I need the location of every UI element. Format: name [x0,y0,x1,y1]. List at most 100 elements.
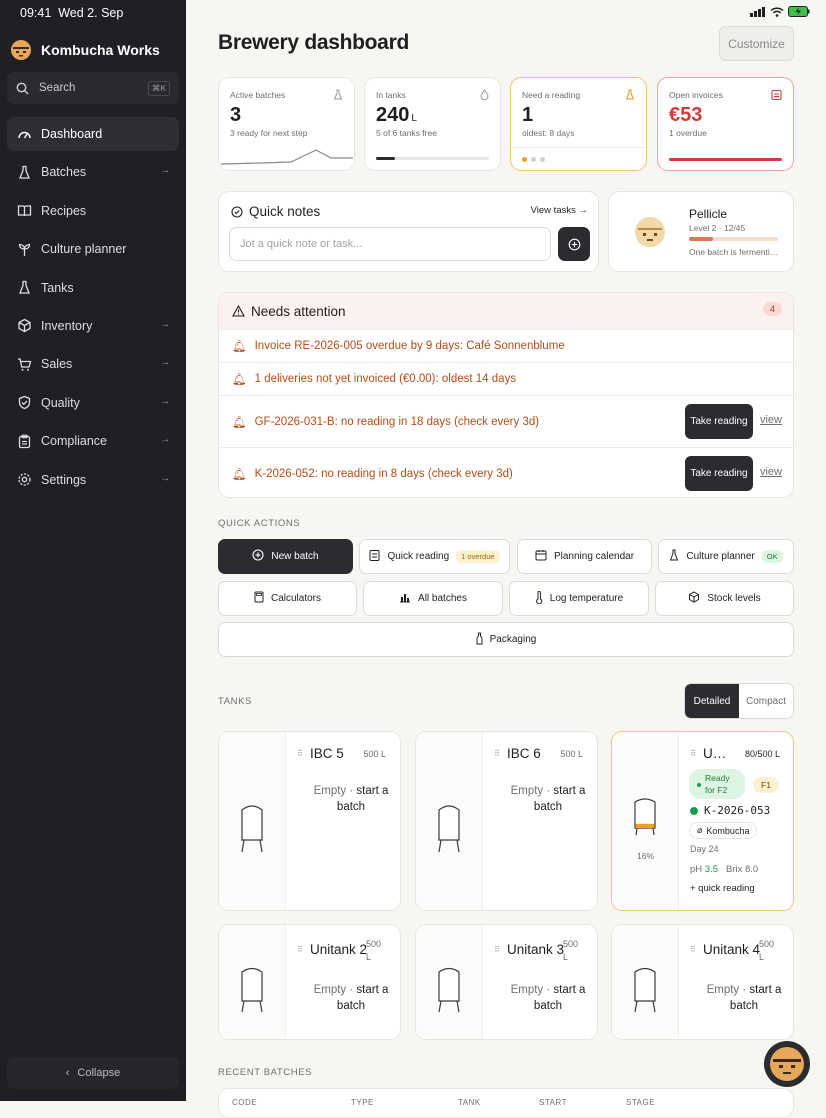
sidebar-item-recipes[interactable]: Recipes [7,194,179,228]
quick-notes-card: Quick notes View tasks → Jot a quick not… [218,191,599,272]
arrow-right-icon: → [160,434,170,446]
sidebar-item-inventory[interactable]: Inventory → [7,309,179,343]
sparkline [221,149,353,165]
mascot-avatar-icon [635,217,665,247]
sidebar-item-compliance[interactable]: Compliance → [7,424,179,458]
quick-note-input[interactable]: Jot a quick note or task... [229,227,551,261]
stat-in-tanks[interactable]: In tanks 240 L 5 of 6 tanks free [364,77,501,171]
sidebar-item-tanks[interactable]: Tanks [7,271,179,305]
quick-actions-label: QUICK ACTIONS [218,518,301,529]
take-reading-button[interactable]: Take reading [685,404,753,439]
sidebar-item-dashboard[interactable]: Dashboard [7,117,179,151]
mascot-avatar-icon [11,40,31,60]
quick-reading-link[interactable]: + quick reading [690,883,755,894]
tank-card[interactable]: ⠿ Unitank 2 500 L Empty · start a batch [218,924,401,1040]
main-content: Brewery dashboard Customize Active batch… [186,0,826,1101]
sidebar-item-batches[interactable]: Batches → [7,155,179,189]
collapse-button[interactable]: ‹ Collapse [7,1057,179,1089]
arrow-right-icon: → [160,318,170,330]
search-box[interactable]: Search ⌘K [7,72,179,104]
tanks-label: TANKS [218,696,252,707]
stock-levels-button[interactable]: Stock levels [655,581,794,616]
tank-name: Unitank 3 [507,942,565,957]
page-dots [511,147,646,170]
sidebar-item-label: Sales [41,357,73,372]
sidebar-item-label: Batches [41,165,87,180]
mascot-fab-button[interactable] [764,1041,810,1087]
column-header: STAGE [626,1098,656,1107]
drag-handle-icon[interactable]: ⠿ [494,945,500,954]
stat-open-invoices[interactable]: Open invoices €53 1 overdue [657,77,794,171]
add-note-button[interactable] [558,227,590,261]
view-compact-button[interactable]: Compact [739,684,793,718]
tank-capacity: 500 L [363,749,386,759]
plus-circle-icon [568,238,580,250]
attention-item: 🔔︎ K-2026-052: no reading in 8 days (chec… [219,447,793,497]
tank-capacity: 500 L [759,939,775,962]
day-count: Day 24 [690,844,719,854]
log-temperature-button[interactable]: Log temperature [509,581,649,616]
quick-reading-button[interactable]: Quick reading 1 overdue [359,539,510,574]
attention-item[interactable]: 🔔︎ Invoice RE-2026-005 overdue by 9 days:… [219,329,793,362]
bell-icon: 🔔︎ [232,374,247,386]
stat-sub: 3 ready for next step [230,128,308,138]
brand[interactable]: Kombucha Works [10,39,160,61]
search-label: Search [39,82,76,94]
sidebar-item-quality[interactable]: Quality → [7,386,179,420]
tank-capacity: 500 L [560,749,583,759]
tank-empty-message: Empty · start a batch [510,785,586,813]
view-tasks-link[interactable]: View tasks → [531,205,588,216]
tank-card[interactable]: ⠿ Unitank 3 500 L Empty · start a batch [415,924,598,1040]
stat-need-reading[interactable]: Need a reading 1 oldest: 8 days [510,77,647,171]
batch-code[interactable]: K-2026-053 [704,804,770,817]
clipboard-icon [16,433,32,449]
stat-label: Active batches [230,90,286,100]
drag-handle-icon[interactable]: ⠿ [690,945,696,954]
sidebar-item-label: Quality [41,395,80,410]
tank-card-active[interactable]: 16% ⠿ Unitank 1 80/500 L Ready for F2 F1… [611,731,794,911]
column-header: START [539,1098,567,1107]
drag-handle-icon[interactable]: ⠿ [297,749,303,758]
tank-empty-message: Empty · start a batch [706,984,782,1012]
customize-button[interactable]: Customize [719,26,794,61]
planning-calendar-button[interactable]: Planning calendar [517,539,652,574]
mascot-card[interactable]: Pellicle Level 2 · 12/45 One batch is fe… [608,191,794,272]
tank-vessel-icon [241,805,263,853]
attention-item[interactable]: 🔔︎ 1 deliveries not yet invoiced (€0.00):… [219,362,793,395]
brand-name: Kombucha Works [41,42,160,58]
tank-card[interactable]: ⠿ IBC 6 500 L Empty · start a batch [415,731,598,911]
take-reading-button[interactable]: Take reading [685,456,753,491]
packaging-button[interactable]: Packaging [218,622,794,657]
mascot-avatar-icon [770,1047,804,1081]
batch-type-chip: ⌀ Kombucha [689,822,758,839]
sidebar-item-culture-planner[interactable]: Culture planner [7,232,179,266]
culture-planner-button[interactable]: Culture planner OK [658,539,794,574]
sidebar-item-settings[interactable]: Settings → [7,463,179,497]
tank-card[interactable]: ⠿ IBC 5 500 L Empty · start a batch [218,731,401,911]
sidebar-item-sales[interactable]: Sales → [7,347,179,381]
view-link[interactable]: view [760,414,782,426]
drag-handle-icon[interactable]: ⠿ [297,945,303,954]
all-batches-button[interactable]: All batches [363,581,503,616]
sidebar-item-label: Recipes [41,203,87,218]
stat-value: 3 [230,104,242,126]
stat-sub: 5 of 6 tanks free [376,128,437,138]
flask-icon [16,164,32,180]
sidebar-item-label: Tanks [41,280,74,295]
readings: pH 3.5 Brix 8.0 [690,864,759,875]
status-time: 09:41 Wed 2. Sep [20,6,124,20]
drag-handle-icon[interactable]: ⠿ [690,749,696,758]
new-batch-button[interactable]: New batch [218,539,353,574]
search-shortcut: ⌘K [147,80,170,96]
tank-name: Unitank 1 [703,746,733,761]
column-header: TYPE [351,1098,374,1107]
calculators-button[interactable]: Calculators [218,581,357,616]
column-header: CODE [232,1098,258,1107]
view-detailed-button[interactable]: Detailed [685,684,739,718]
tank-card[interactable]: ⠿ Unitank 4 500 L Empty · start a batch [611,924,794,1040]
stat-active-batches[interactable]: Active batches 3 3 ready for next step [218,77,355,171]
drag-handle-icon[interactable]: ⠿ [494,749,500,758]
attention-item: 🔔︎ GF-2026-031-B: no reading in 18 days (… [219,395,793,447]
flask-icon [669,549,679,564]
view-link[interactable]: view [760,466,782,478]
